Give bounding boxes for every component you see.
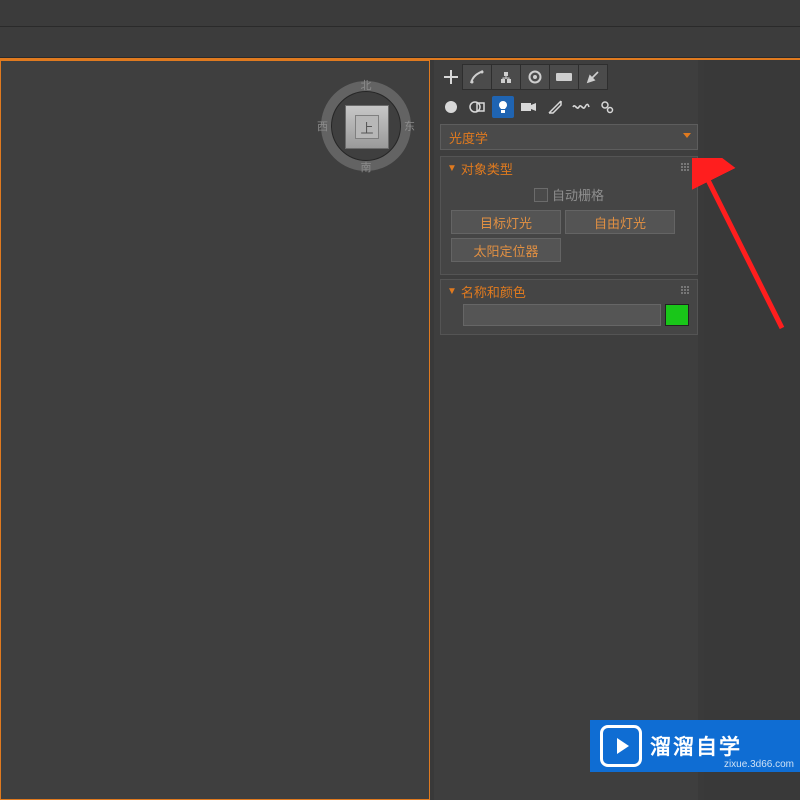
- rollout-header-name-color[interactable]: ▼ 名称和颜色: [441, 280, 697, 302]
- rollout-title: 对象类型: [461, 159, 513, 178]
- category-spacewarps[interactable]: [570, 96, 592, 118]
- rollout-name-color: ▼ 名称和颜色: [440, 279, 698, 335]
- workspace: 北 南 东 西 上: [0, 60, 800, 800]
- grip-icon[interactable]: [681, 286, 691, 296]
- tab-modify[interactable]: [491, 64, 521, 90]
- main-toolbar: [0, 27, 800, 58]
- rollout-object-type: ▼ 对象类型 自动栅格 目标灯光 自由灯光 太阳定位器: [440, 156, 698, 275]
- rollout-header-object-type[interactable]: ▼ 对象类型: [441, 157, 697, 179]
- viewcube-south: 南: [361, 159, 372, 175]
- play-icon: [600, 725, 642, 767]
- viewcube-east: 东: [404, 118, 415, 134]
- viewcube-west: 西: [317, 118, 328, 134]
- category-systems[interactable]: [596, 96, 618, 118]
- rollout-title: 名称和颜色: [461, 282, 526, 301]
- rollout-body-object-type: 自动栅格 目标灯光 自由灯光 太阳定位器: [441, 179, 697, 274]
- auto-grid-checkbox[interactable]: [534, 188, 548, 202]
- tab-display[interactable]: [578, 64, 608, 90]
- annotation-arrow: [692, 158, 800, 338]
- viewcube[interactable]: 北 南 东 西 上: [321, 81, 411, 171]
- watermark-url: zixue.3d66.com: [724, 759, 794, 770]
- object-color-swatch[interactable]: [665, 304, 689, 326]
- object-name-input[interactable]: [463, 304, 661, 326]
- create-category-row: [434, 93, 704, 124]
- plus-icon[interactable]: [439, 65, 463, 89]
- collapse-icon: ▼: [447, 163, 457, 174]
- viewport-top[interactable]: 北 南 东 西 上: [0, 60, 430, 800]
- name-color-row: [441, 302, 697, 334]
- watermark: 溜溜自学 zixue.3d66.com: [590, 720, 800, 772]
- menu-bar: [0, 0, 800, 27]
- viewcube-north: 北: [361, 77, 372, 93]
- dropdown-label: 光度学: [449, 128, 488, 147]
- viewcube-face[interactable]: 上: [345, 105, 389, 149]
- tab-motion[interactable]: [549, 64, 579, 90]
- auto-grid-label: 自动栅格: [552, 185, 604, 204]
- command-panel-tabs: [434, 60, 704, 93]
- panel-scrollbar[interactable]: [698, 60, 704, 800]
- tab-create[interactable]: [462, 64, 492, 90]
- collapse-icon: ▼: [447, 286, 457, 297]
- category-cameras[interactable]: [518, 96, 540, 118]
- category-geometry[interactable]: [440, 96, 462, 118]
- watermark-brand: 溜溜自学: [650, 731, 742, 761]
- light-type-dropdown[interactable]: 光度学: [440, 124, 698, 150]
- free-light-button[interactable]: 自由灯光: [565, 210, 675, 234]
- category-helpers[interactable]: [544, 96, 566, 118]
- sun-positioner-button[interactable]: 太阳定位器: [451, 238, 561, 262]
- tab-hierarchy[interactable]: [520, 64, 550, 90]
- grip-icon[interactable]: [681, 163, 691, 173]
- chevron-down-icon: [683, 133, 691, 138]
- viewcube-face-top[interactable]: 上: [355, 115, 379, 139]
- category-lights[interactable]: [492, 96, 514, 118]
- auto-grid-row: 自动栅格: [451, 185, 687, 204]
- category-shapes[interactable]: [466, 96, 488, 118]
- command-panel: 光度学 ▼ 对象类型 自动栅格 目标灯光 自由灯光 太阳定位器: [434, 60, 704, 800]
- target-light-button[interactable]: 目标灯光: [451, 210, 561, 234]
